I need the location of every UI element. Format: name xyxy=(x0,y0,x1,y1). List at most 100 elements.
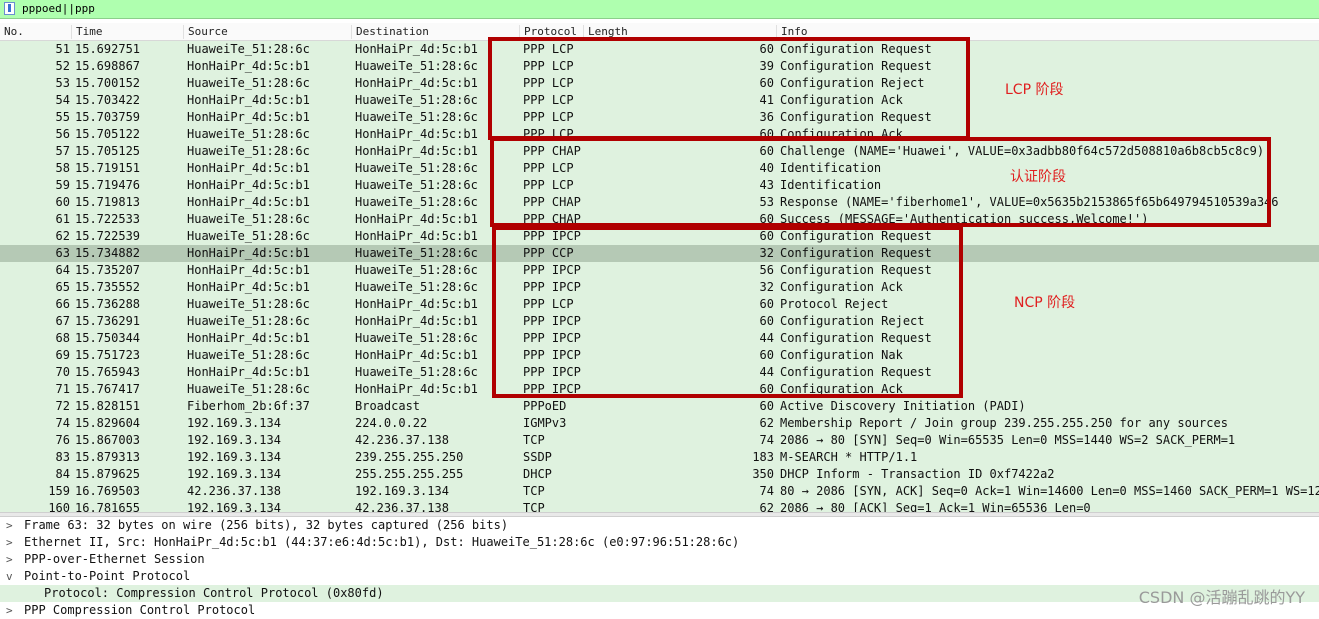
packet-details-pane: > Frame 63: 32 bytes on wire (256 bits), … xyxy=(0,517,1319,619)
packet-row[interactable]: 72 15.828151 Fiberhom_2b:6f:37 Broadcast PPP… xyxy=(0,398,1319,415)
packet-dst-cell: 255.255.255.255 xyxy=(355,467,464,481)
packet-src-cell: HuaweiTe_51:28:6c xyxy=(187,229,310,243)
packet-dst-cell: HonHaiPr_4d:5c:b1 xyxy=(355,314,478,328)
packet-info-cell: Membership Report / Join group 239.255.2… xyxy=(780,416,1228,430)
packet-src-cell: HonHaiPr_4d:5c:b1 xyxy=(187,365,310,379)
packet-src-cell: HonHaiPr_4d:5c:b1 xyxy=(187,263,310,277)
packet-dst-cell: Broadcast xyxy=(355,399,421,413)
packet-src-cell: 42.236.37.138 xyxy=(187,484,281,498)
packet-proto-cell: TCP xyxy=(523,433,545,447)
packet-row[interactable]: 76 15.867003 192.169.3.134 42.236.37.138 TCP… xyxy=(0,432,1319,449)
packet-no-cell: 68 xyxy=(55,331,70,345)
packet-time-cell: 15.767417 xyxy=(75,382,141,396)
display-filter-bar xyxy=(0,0,1319,19)
packet-time-cell: 15.750344 xyxy=(75,331,141,345)
packet-time-cell: 15.736291 xyxy=(75,314,141,328)
packet-row[interactable]: 159 16.769503 42.236.37.138 192.169.3.134 TC… xyxy=(0,483,1319,500)
display-filter-input[interactable] xyxy=(22,0,1312,17)
detail-tree-item[interactable]: > PPP Compression Control Protocol xyxy=(0,602,1319,619)
packet-src-cell: Fiberhom_2b:6f:37 xyxy=(187,399,310,413)
packet-src-cell: HuaweiTe_51:28:6c xyxy=(187,144,310,158)
detail-tree-item[interactable]: v Point-to-Point Protocol xyxy=(0,568,1319,585)
bookmark-icon[interactable] xyxy=(4,2,15,15)
packet-no-cell: 159 xyxy=(48,484,70,498)
packet-no-cell: 54 xyxy=(55,93,70,107)
packet-src-cell: HuaweiTe_51:28:6c xyxy=(187,348,310,362)
packet-row[interactable]: 83 15.879313 192.169.3.134 239.255.255.250 S… xyxy=(0,449,1319,466)
packet-proto-cell: TCP xyxy=(523,484,545,498)
packet-src-cell: 192.169.3.134 xyxy=(187,467,281,481)
packet-time-cell: 15.698867 xyxy=(75,59,141,73)
packet-dst-cell: HuaweiTe_51:28:6c xyxy=(355,195,478,209)
column-header-no[interactable]: No. xyxy=(0,25,24,39)
packet-time-cell: 15.879625 xyxy=(75,467,141,481)
detail-tree-item[interactable]: Protocol: Compression Control Protocol (… xyxy=(0,585,1319,602)
packet-no-cell: 72 xyxy=(55,399,70,413)
packet-src-cell: HonHaiPr_4d:5c:b1 xyxy=(187,246,310,260)
auth-phase-box xyxy=(490,137,1271,227)
packet-dst-cell: HonHaiPr_4d:5c:b1 xyxy=(355,127,478,141)
packet-no-cell: 57 xyxy=(55,144,70,158)
packet-proto-cell: DHCP xyxy=(523,467,552,481)
detail-tree-item[interactable]: > Ethernet II, Src: HonHaiPr_4d:5c:b1 (44… xyxy=(0,534,1319,551)
packet-no-cell: 67 xyxy=(55,314,70,328)
packet-no-cell: 62 xyxy=(55,229,70,243)
packet-len-cell: 183 xyxy=(752,450,774,464)
packet-dst-cell: HonHaiPr_4d:5c:b1 xyxy=(355,382,478,396)
packet-no-cell: 60 xyxy=(55,195,70,209)
packet-len-cell: 62 xyxy=(759,416,774,430)
packet-src-cell: HonHaiPr_4d:5c:b1 xyxy=(187,161,310,175)
packet-len-cell: 74 xyxy=(759,484,774,498)
column-header-destination[interactable]: Destination xyxy=(351,25,429,39)
packet-dst-cell: 239.255.255.250 xyxy=(355,450,464,464)
packet-row[interactable]: 84 15.879625 192.169.3.134 255.255.255.255 D… xyxy=(0,466,1319,483)
packet-time-cell: 15.735552 xyxy=(75,280,141,294)
packet-no-cell: 66 xyxy=(55,297,70,311)
packet-len-cell: 350 xyxy=(752,467,774,481)
collapsed-arrow-icon[interactable]: > xyxy=(6,551,13,568)
packet-time-cell: 15.879313 xyxy=(75,450,141,464)
packet-time-cell: 16.781655 xyxy=(75,501,141,512)
packet-src-cell: 192.169.3.134 xyxy=(187,501,281,512)
expanded-arrow-icon[interactable]: v xyxy=(6,568,13,585)
packet-no-cell: 61 xyxy=(55,212,70,226)
packet-dst-cell: HonHaiPr_4d:5c:b1 xyxy=(355,42,478,56)
packet-dst-cell: HuaweiTe_51:28:6c xyxy=(355,59,478,73)
packet-proto-cell: TCP xyxy=(523,501,545,512)
detail-tree-text: Frame 63: 32 bytes on wire (256 bits), 3… xyxy=(24,518,509,532)
packet-no-cell: 55 xyxy=(55,110,70,124)
packet-src-cell: HonHaiPr_4d:5c:b1 xyxy=(187,110,310,124)
packet-no-cell: 56 xyxy=(55,127,70,141)
packet-time-cell: 15.703422 xyxy=(75,93,141,107)
column-header-time[interactable]: Time xyxy=(71,25,103,39)
packet-time-cell: 15.705122 xyxy=(75,127,141,141)
packet-len-cell: 62 xyxy=(759,501,774,512)
packet-time-cell: 16.769503 xyxy=(75,484,141,498)
packet-src-cell: HuaweiTe_51:28:6c xyxy=(187,314,310,328)
packet-row[interactable]: 160 16.781655 192.169.3.134 42.236.37.138 TC… xyxy=(0,500,1319,512)
packet-dst-cell: HonHaiPr_4d:5c:b1 xyxy=(355,229,478,243)
collapsed-arrow-icon[interactable]: > xyxy=(6,517,13,534)
detail-tree-item[interactable]: > PPP-over-Ethernet Session xyxy=(0,551,1319,568)
packet-dst-cell: 192.169.3.134 xyxy=(355,484,449,498)
packet-info-cell: DHCP Inform - Transaction ID 0xf7422a2 xyxy=(780,467,1055,481)
column-header-source[interactable]: Source xyxy=(183,25,228,39)
packet-src-cell: HuaweiTe_51:28:6c xyxy=(187,382,310,396)
packet-time-cell: 15.719476 xyxy=(75,178,141,192)
packet-row[interactable]: 74 15.829604 192.169.3.134 224.0.0.22 IGMPv3… xyxy=(0,415,1319,432)
packet-dst-cell: HonHaiPr_4d:5c:b1 xyxy=(355,297,478,311)
packet-len-cell: 74 xyxy=(759,433,774,447)
watermark: CSDN @活蹦乱跳的YY xyxy=(1138,588,1305,607)
collapsed-arrow-icon[interactable]: > xyxy=(6,534,13,551)
packet-time-cell: 15.700152 xyxy=(75,76,141,90)
packet-time-cell: 15.722539 xyxy=(75,229,141,243)
packet-no-cell: 53 xyxy=(55,76,70,90)
detail-tree-item[interactable]: > Frame 63: 32 bytes on wire (256 bits), … xyxy=(0,517,1319,534)
packet-time-cell: 15.719151 xyxy=(75,161,141,175)
packet-dst-cell: HuaweiTe_51:28:6c xyxy=(355,280,478,294)
collapsed-arrow-icon[interactable]: > xyxy=(6,602,13,619)
detail-tree-text: Ethernet II, Src: HonHaiPr_4d:5c:b1 (44:… xyxy=(24,535,740,549)
packet-time-cell: 15.828151 xyxy=(75,399,141,413)
packet-no-cell: 58 xyxy=(55,161,70,175)
packet-time-cell: 15.735207 xyxy=(75,263,141,277)
